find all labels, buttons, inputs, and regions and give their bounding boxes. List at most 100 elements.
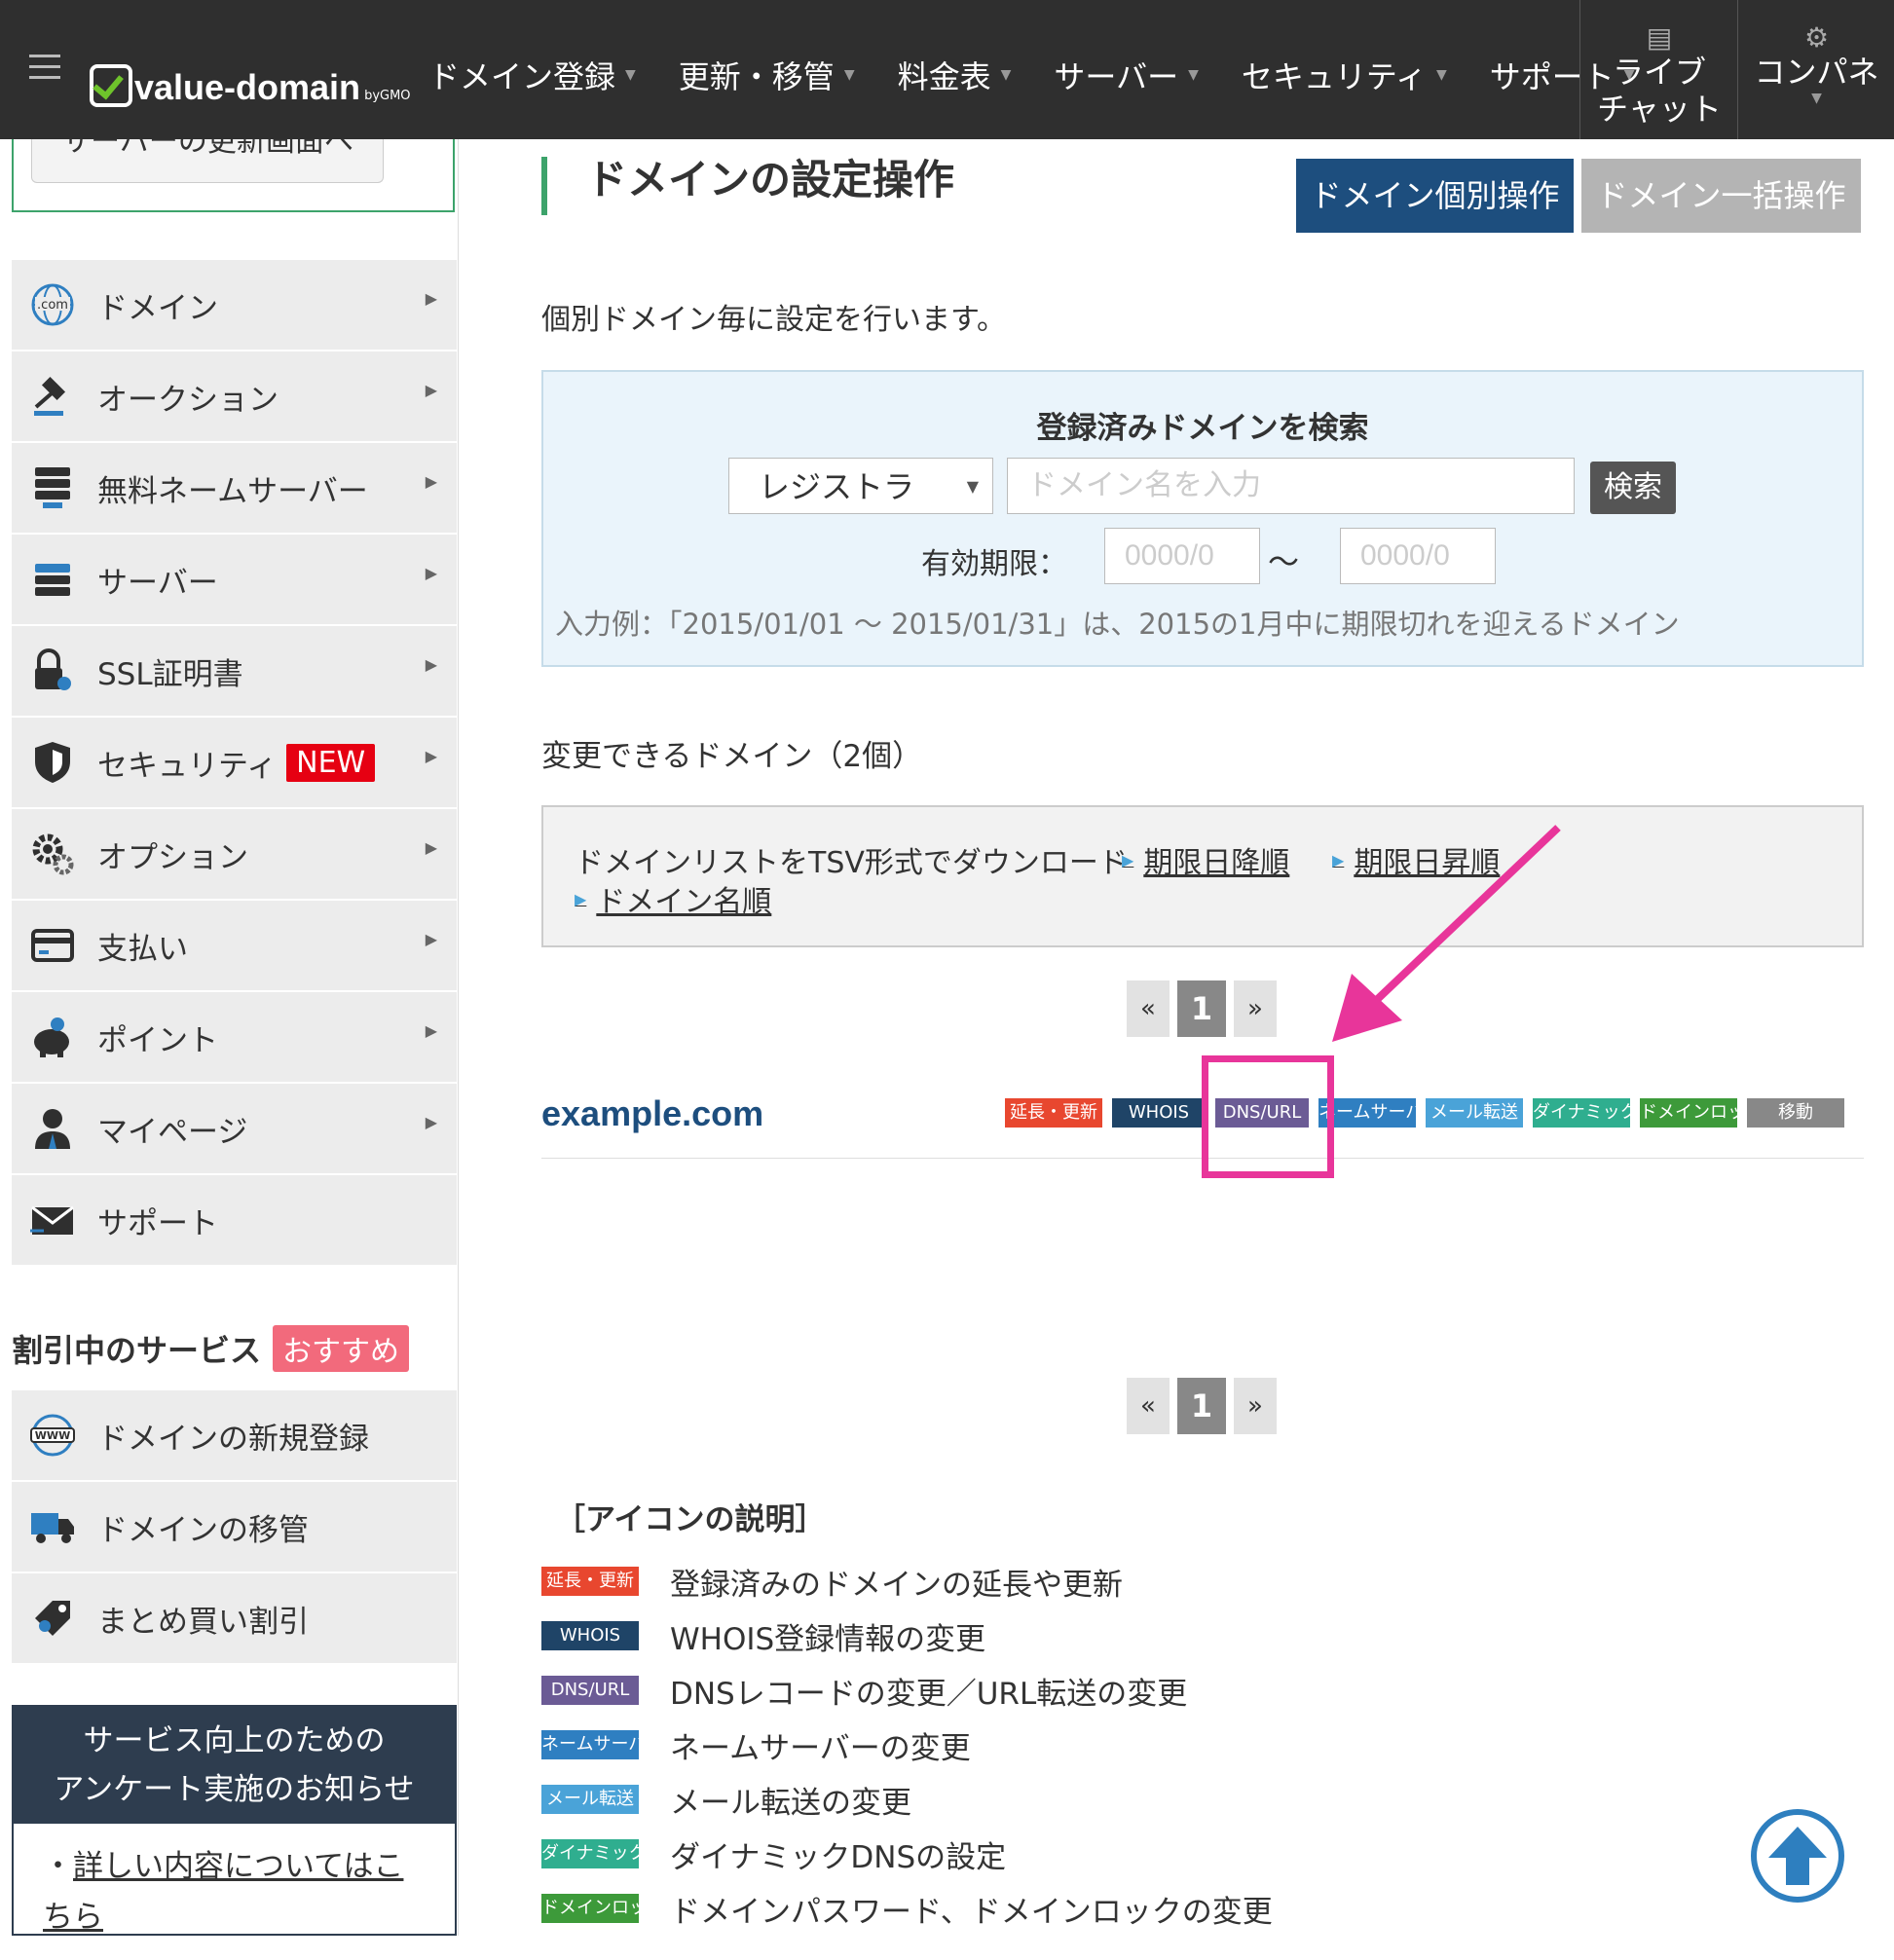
sidebar: サーバーの更新画面へ .com ドメイン ▶ オークション ▶ 無料ネームサーバ… — [0, 139, 459, 1936]
sidebar-item-domain[interactable]: .com ドメイン ▶ — [12, 260, 457, 351]
sidebar-item-label: マイページ — [97, 1114, 248, 1150]
piggy-bank-icon — [27, 1012, 78, 1062]
sidebar-item-ssl[interactable]: SSL証明書 ▶ — [12, 626, 457, 718]
pagination-bottom: « 1 » — [1127, 1378, 1284, 1434]
pager-prev[interactable]: « — [1127, 980, 1170, 1037]
truck-icon — [27, 1501, 78, 1552]
new-badge: NEW — [286, 743, 376, 782]
sidebar-item-mypage[interactable]: マイページ ▶ — [12, 1084, 457, 1175]
domain-search-input[interactable] — [1007, 458, 1575, 514]
sidebar-item-label: ドメインの移管 — [97, 1512, 309, 1548]
server-stack-icon — [27, 462, 78, 513]
sidebar-item-label: オークション — [97, 382, 279, 418]
value-domain-logo[interactable]: value-domain byGMO — [90, 56, 411, 107]
live-chat-button[interactable]: ▤ ライブ チャット — [1579, 0, 1738, 139]
nav-pricing[interactable]: 料金表 ▼ — [898, 53, 1012, 97]
survey-details-link[interactable]: 詳しい内容についてはこちら — [43, 1849, 403, 1935]
pager-current-page[interactable]: 1 — [1177, 980, 1226, 1037]
chevron-right-icon: ▶ — [425, 838, 437, 857]
nameserver-tag: ネームサーバー — [541, 1730, 639, 1759]
tag-icon — [27, 1593, 78, 1644]
survey-notice: サービス向上のための アンケート実施のお知らせ ・詳しい内容についてはこちら — [12, 1705, 457, 1936]
sidebar-item-bulk-discount[interactable]: まとめ買い割引 — [12, 1573, 457, 1665]
expiry-to-input[interactable] — [1340, 528, 1496, 584]
domain-search-panel: 登録済みドメインを検索 レジストラ ▼ 検索 有効期限： 〜 入力例：「2015… — [541, 370, 1864, 667]
scroll-to-top-button[interactable] — [1751, 1809, 1844, 1903]
server-renew-button[interactable]: サーバーの更新画面へ — [31, 139, 384, 183]
pager-current-page[interactable]: 1 — [1177, 1378, 1226, 1434]
highlight-box — [1202, 1055, 1334, 1178]
pager-prev[interactable]: « — [1127, 1378, 1170, 1434]
www-globe-icon: WWW — [27, 1410, 78, 1461]
nav-server[interactable]: サーバー ▼ — [1054, 53, 1198, 97]
chevron-right-icon: ▶ — [425, 289, 437, 308]
individual-operation-button[interactable]: ドメイン個別操作 — [1296, 159, 1574, 233]
sidebar-item-option[interactable]: オプション ▶ — [12, 809, 457, 901]
nav-label: ドメイン登録 — [428, 58, 616, 95]
sort-expiry-desc-link[interactable]: ▶ 期限日降順 — [1122, 838, 1289, 881]
gavel-icon — [27, 371, 78, 422]
live-chat-line2: チャット — [1597, 91, 1722, 128]
logo-text: value-domain — [134, 67, 361, 107]
chevron-right-icon: ▶ — [425, 564, 437, 582]
renew-tag-button[interactable]: 延長・更新 — [1005, 1098, 1102, 1128]
sidebar-item-support[interactable]: サポート — [12, 1175, 457, 1267]
sidebar-item-new-domain[interactable]: WWW ドメインの新規登録 — [12, 1390, 457, 1482]
lock-icon — [27, 646, 78, 696]
caret-down-icon: ▼ — [966, 477, 979, 496]
domain-lock-tag: ドメインロック — [541, 1894, 639, 1923]
renew-tag: 延長・更新 — [541, 1567, 639, 1596]
hamburger-menu-icon[interactable] — [29, 55, 60, 82]
whois-tag-button[interactable]: WHOIS — [1112, 1098, 1206, 1128]
sidebar-item-label: サポート — [97, 1205, 218, 1241]
legend-item-domain-lock: ドメインロック ドメインパスワード、ドメインロックの変更 — [541, 1889, 1273, 1930]
nav-label: 更新・移管 — [678, 58, 835, 95]
mail-forward-tag-button[interactable]: メール転送 — [1426, 1098, 1523, 1128]
legend-desc: 登録済みのドメインの延長や更新 — [670, 1567, 1123, 1603]
nav-domain-register[interactable]: ドメイン登録 ▼ — [428, 53, 636, 97]
caret-down-icon: ▼ — [1188, 67, 1199, 83]
bulk-operation-button[interactable]: ドメイン一括操作 — [1581, 159, 1861, 233]
domain-name-link[interactable]: example.com — [541, 1093, 763, 1134]
survey-heading: サービス向上のための アンケート実施のお知らせ — [14, 1707, 455, 1824]
search-button[interactable]: 検索 — [1590, 462, 1676, 514]
sidebar-item-payment[interactable]: 支払い ▶ — [12, 901, 457, 992]
pager-next[interactable]: » — [1234, 980, 1277, 1037]
nav-security[interactable]: セキュリティ ▼ — [1242, 53, 1447, 97]
control-panel-button[interactable]: ⚙ コンパネ ▼ — [1737, 0, 1894, 139]
sidebar-item-auction[interactable]: オークション ▶ — [12, 351, 457, 443]
registrar-select-value: レジストラ — [759, 468, 915, 505]
main-nav: ドメイン登録 ▼ 更新・移管 ▼ 料金表 ▼ サーバー ▼ セキュリティ ▼ サポート ▼ — [428, 53, 1678, 97]
chevron-right-icon: ▶ — [425, 1113, 437, 1131]
tsv-download-label: ドメインリストをTSV形式でダウンロード — [575, 846, 1128, 880]
sidebar-item-free-nameserver[interactable]: 無料ネームサーバー ▶ — [12, 443, 457, 535]
legend-desc: ダイナミックDNSの設定 — [670, 1839, 1007, 1875]
card-icon — [27, 920, 78, 971]
sidebar-item-label: まとめ買い割引 — [97, 1604, 309, 1640]
survey-heading-line2: アンケート実施のお知らせ — [54, 1772, 415, 1807]
triangle-right-icon: ▶ — [575, 889, 587, 908]
sidebar-item-label: ドメインの新規登録 — [97, 1421, 369, 1457]
expiry-from-input[interactable] — [1104, 528, 1260, 584]
pager-next[interactable]: » — [1234, 1378, 1277, 1434]
svg-text:.com: .com — [37, 298, 68, 313]
nav-renew-transfer[interactable]: 更新・移管 ▼ — [679, 53, 855, 97]
intro-text: 個別ドメイン毎に設定を行います。 — [541, 303, 1006, 337]
sidebar-item-server[interactable]: サーバー ▶ — [12, 535, 457, 626]
sort-domain-name-link[interactable]: ▶ ドメイン名順 — [575, 877, 771, 920]
logo-check-icon — [90, 64, 132, 107]
sidebar-item-domain-transfer[interactable]: ドメインの移管 — [12, 1482, 457, 1573]
legend-desc: DNSレコードの変更／URL転送の変更 — [670, 1676, 1188, 1712]
move-tag-button[interactable]: 移動 — [1747, 1098, 1844, 1128]
dynamic-dns-tag-button[interactable]: ダイナミック — [1533, 1098, 1630, 1128]
registrar-select[interactable]: レジストラ ▼ — [728, 458, 993, 514]
domain-lock-tag-button[interactable]: ドメインロック — [1640, 1098, 1737, 1128]
input-example-text: 入力例：「2015/01/01 〜 2015/01/31」は、2015の1月中に… — [555, 608, 1680, 641]
sidebar-item-label: SSL証明書 — [97, 656, 243, 692]
sidebar-item-point[interactable]: ポイント ▶ — [12, 992, 457, 1084]
legend-desc: ドメインパスワード、ドメインロックの変更 — [670, 1894, 1273, 1930]
sidebar-item-label: オプション — [97, 839, 248, 875]
globe-com-icon: .com — [27, 279, 78, 330]
sidebar-item-security[interactable]: セキュリティ NEW ▶ — [12, 718, 457, 809]
svg-text:WWW: WWW — [35, 1429, 70, 1442]
